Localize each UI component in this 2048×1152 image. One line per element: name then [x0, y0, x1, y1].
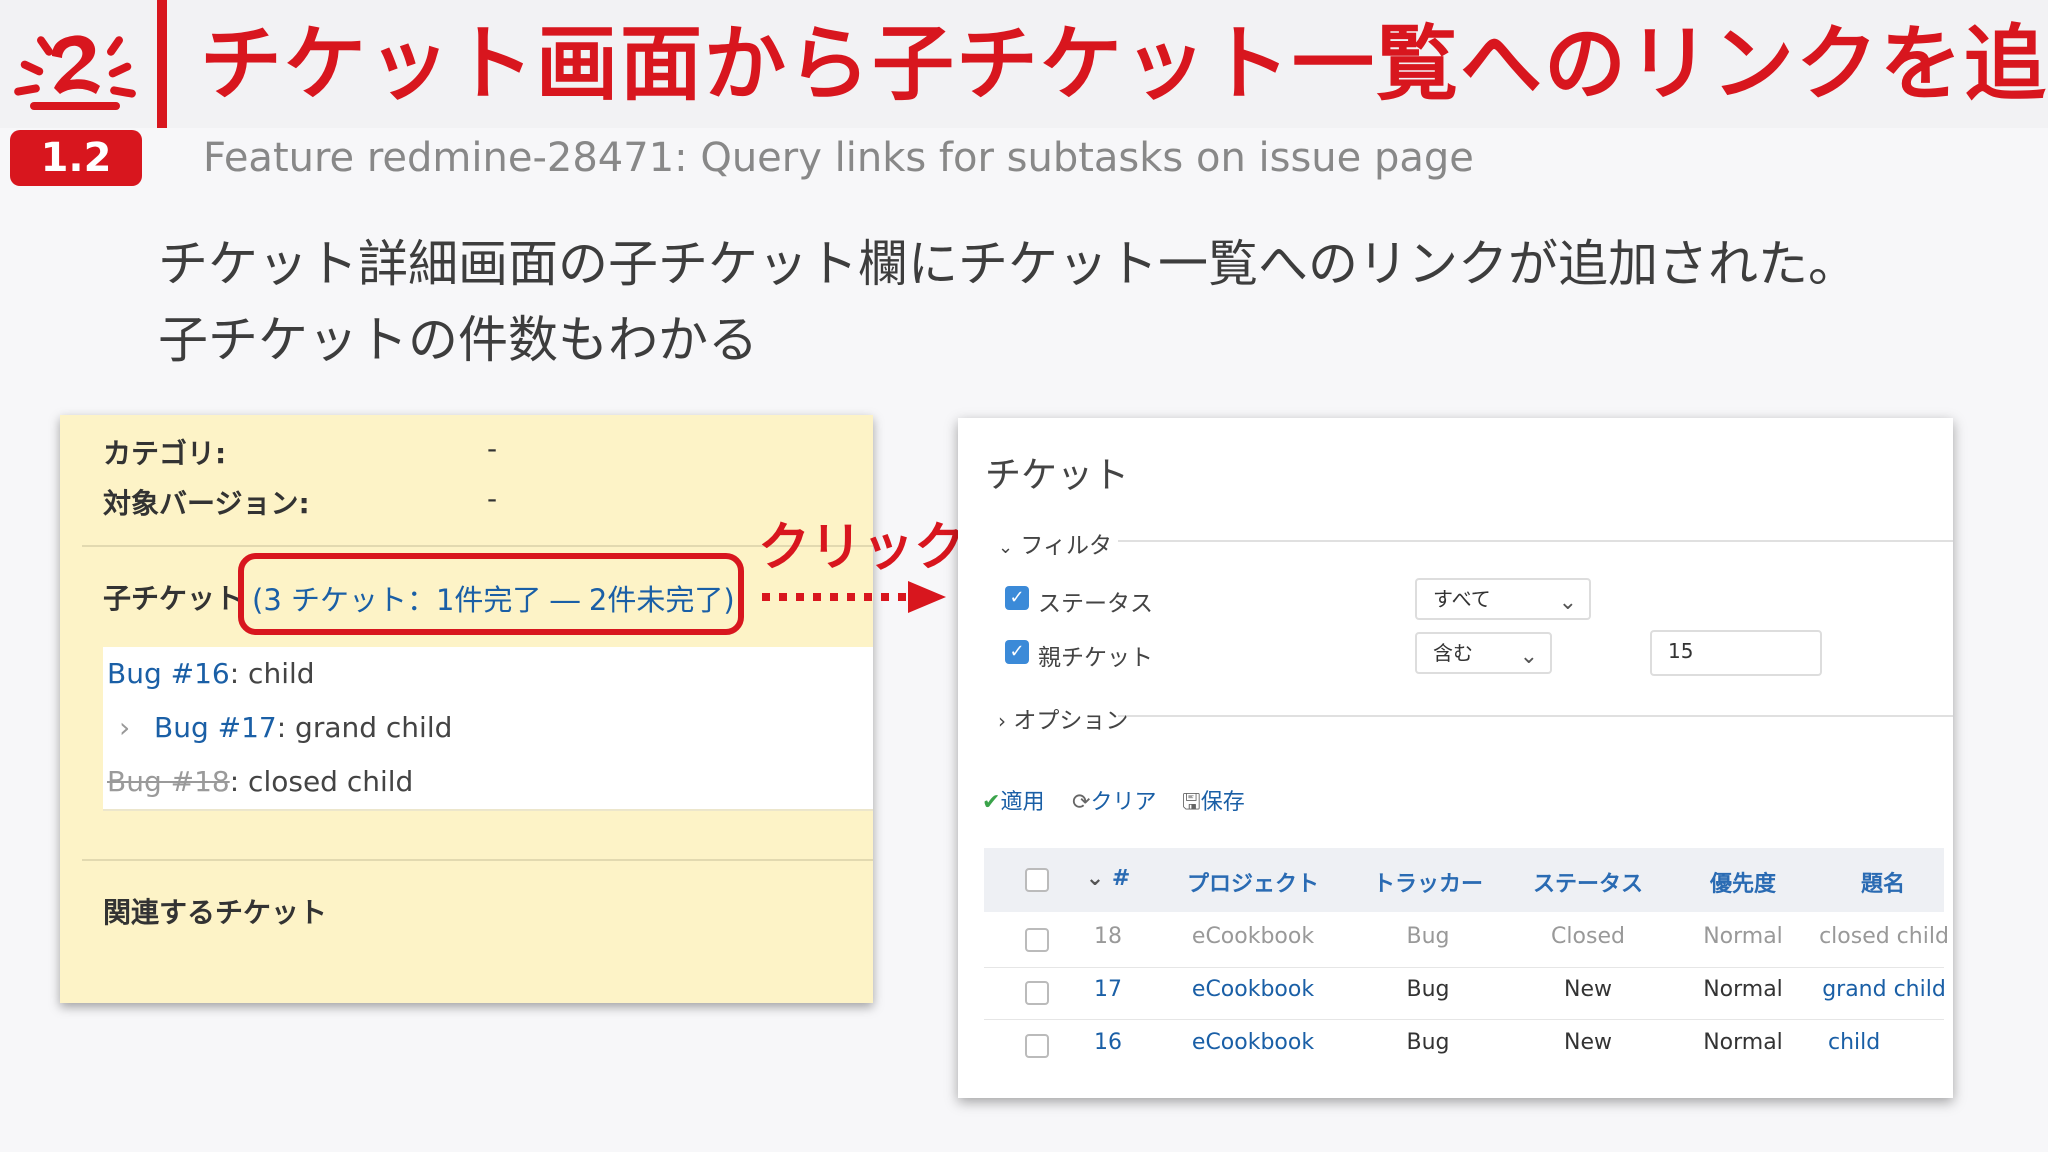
issue-status: New: [1564, 1030, 1612, 1055]
clear-button[interactable]: ⟳クリア: [1072, 784, 1156, 816]
chevron-down-icon: ⌄: [1085, 866, 1105, 891]
description-line-2: 子チケットの件数もわかる: [158, 311, 758, 369]
click-callout-label: クリック: [758, 518, 967, 578]
floppy-disk-icon: 🖫: [1182, 790, 1201, 815]
subtask-link[interactable]: Bug #18: [107, 765, 230, 798]
subtasks-label: 子チケット: [103, 582, 244, 615]
subtask-link[interactable]: Bug #16: [107, 657, 230, 690]
issue-project[interactable]: eCookbook: [1168, 977, 1338, 1002]
description-line-1: チケット詳細画面の子チケット欄にチケット一覧へのリンクが追加された。: [158, 235, 1858, 293]
category-value: -: [487, 432, 498, 465]
subtask-link[interactable]: Bug #17: [154, 711, 277, 744]
category-label: カテゴリ:: [103, 437, 227, 470]
issue-status: New: [1564, 977, 1612, 1002]
filter-legend[interactable]: ⌄ フィルタ: [998, 526, 1112, 560]
fieldset-border: [1118, 540, 1953, 542]
refresh-icon: ⟳: [1072, 790, 1091, 815]
fieldset-border: [1118, 715, 1953, 717]
version-label: 対象バージョン:: [103, 487, 310, 520]
divider: [82, 545, 873, 547]
save-query-button[interactable]: 🖫保存: [1182, 784, 1245, 823]
subtask-subject: : grand child: [276, 711, 453, 744]
column-header-id[interactable]: ⌄ #: [1078, 866, 1138, 891]
column-header-subject[interactable]: 題名: [1828, 866, 1938, 898]
select-all-checkbox[interactable]: [1025, 868, 1049, 892]
row-checkbox[interactable]: [1025, 928, 1049, 952]
issue-subject[interactable]: grand child: [1814, 977, 1954, 1002]
check-icon: ✔: [982, 790, 1001, 815]
issues-list-panel: チケット ⌄ フィルタ ✓ ステータス すべて ⌄ ✓ 親チケット 含む ⌄ 1…: [958, 418, 1953, 1098]
subtask-row: Bug #16: child: [103, 647, 873, 703]
filter-checkbox-status[interactable]: ✓: [1005, 586, 1029, 610]
slide-title: チケット画面から子チケット一覧へのリンクを追加: [200, 17, 2048, 112]
subtask-row: › Bug #17: grand child: [103, 701, 873, 757]
issue-id[interactable]: 18: [1068, 924, 1148, 949]
issue-tracker: Bug: [1406, 977, 1450, 1002]
options-legend[interactable]: › オプション: [998, 701, 1128, 735]
row-checkbox[interactable]: [1025, 1034, 1049, 1058]
filter-checkbox-parent[interactable]: ✓: [1005, 640, 1029, 664]
chevron-down-icon: ⌄: [998, 537, 1014, 558]
highlight-box: [238, 553, 744, 635]
filter-label-parent: 親チケット: [1038, 645, 1153, 671]
row-checkbox[interactable]: [1025, 981, 1049, 1005]
issue-subject[interactable]: child: [1814, 1030, 1938, 1055]
subtask-row: Bug #18: closed child: [103, 755, 873, 811]
column-header-status[interactable]: ステータス: [1518, 866, 1658, 898]
issue-project[interactable]: eCookbook: [1168, 924, 1338, 949]
issue-subject[interactable]: closed child: [1814, 924, 1954, 949]
row-divider: [984, 1019, 1944, 1020]
issue-tracker: Bug: [1406, 1030, 1450, 1055]
chevron-right-icon: ›: [998, 709, 1006, 733]
chevron-down-icon: ⌄: [1558, 590, 1577, 615]
subtask-subject: : child: [229, 657, 315, 690]
divider: [82, 859, 873, 861]
subtask-subject: : closed child: [229, 765, 414, 798]
issue-priority: Normal: [1703, 977, 1783, 1002]
issue-tracker: Bug: [1406, 924, 1450, 949]
issue-project[interactable]: eCookbook: [1168, 1030, 1338, 1055]
issue-detail-panel: カテゴリ: - 対象バージョン: - 子チケット (3 チケット：1件完了 ― …: [60, 415, 873, 1003]
issues-title: チケット: [985, 455, 1130, 496]
filter-label-status: ステータス: [1038, 591, 1153, 617]
feature-subtitle: Feature redmine-28471: Query links for s…: [203, 135, 1474, 181]
issue-priority: Normal: [1703, 1030, 1783, 1055]
column-header-project[interactable]: プロジェクト: [1168, 866, 1338, 898]
title-accent-bar: [157, 0, 167, 128]
column-header-priority[interactable]: 優先度: [1678, 866, 1808, 898]
chevron-down-icon: ⌄: [1519, 644, 1538, 669]
logo-icon: [14, 35, 136, 110]
apply-button[interactable]: ✔適用: [982, 784, 1044, 816]
chevron-right-icon[interactable]: ›: [119, 701, 130, 755]
issue-id[interactable]: 16: [1068, 1030, 1148, 1055]
arrow-right-icon: [762, 581, 946, 613]
row-divider: [984, 967, 1944, 968]
filter-operator-status-select[interactable]: すべて ⌄: [1415, 578, 1591, 620]
filter-operator-parent-select[interactable]: 含む ⌄: [1415, 632, 1552, 674]
filter-value-parent-input[interactable]: 15: [1650, 630, 1822, 676]
issue-status: Closed: [1551, 924, 1625, 949]
issue-priority: Normal: [1703, 924, 1783, 949]
column-header-tracker[interactable]: トラッカー: [1358, 866, 1498, 898]
related-issues-label: 関連するチケット: [103, 896, 328, 929]
version-value: -: [487, 482, 498, 515]
issue-id[interactable]: 17: [1068, 977, 1148, 1002]
version-badge: 1.2: [10, 130, 142, 186]
